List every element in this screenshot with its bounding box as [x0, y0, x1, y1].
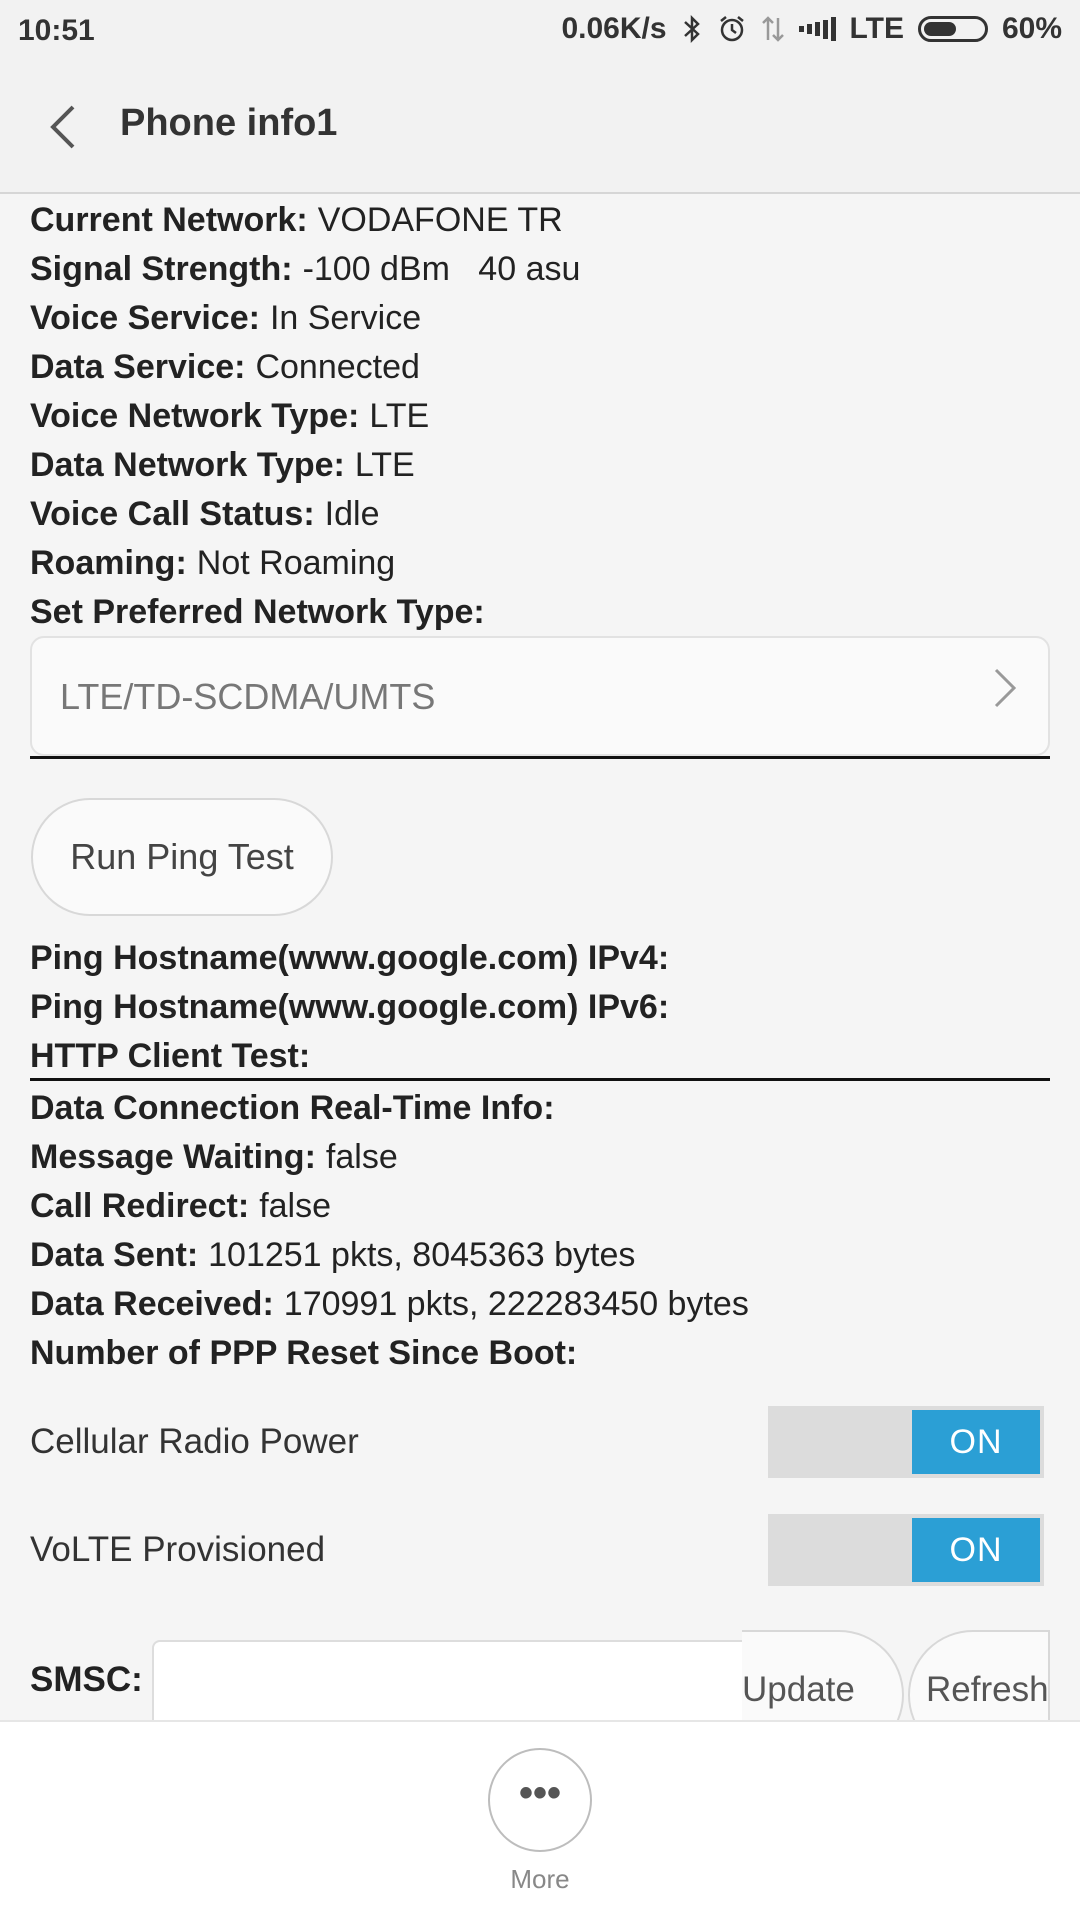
info-row-data-service: Data Service: Connected [30, 348, 420, 386]
info-row-data-sent: Data Sent: 101251 pkts, 8045363 bytes [30, 1236, 636, 1274]
more-button[interactable]: ••• [488, 1748, 592, 1852]
info-row-http-client-test: HTTP Client Test: [30, 1037, 311, 1075]
info-row-voice-call-status: Voice Call Status: Idle [30, 495, 380, 533]
status-time: 10:51 [18, 14, 95, 47]
volte-provisioned-toggle[interactable]: ON [768, 1514, 1044, 1586]
info-row-call-redirect: Call Redirect: false [30, 1187, 332, 1225]
divider [30, 1078, 1050, 1081]
info-row-data-network-type: Data Network Type: LTE [30, 446, 415, 484]
update-label: Update [742, 1670, 855, 1709]
ping-results: Ping Hostname(www.google.com) IPv4: Ping… [30, 934, 1050, 1081]
alarm-icon [717, 14, 747, 44]
net-speed: 0.06K/s [561, 12, 667, 45]
chevron-left-icon [50, 105, 75, 149]
info-row-realtime-header: Data Connection Real-Time Info: [30, 1089, 555, 1127]
info-row-roaming: Roaming: Not Roaming [30, 544, 396, 582]
realtime-info-list: Data Connection Real-Time Info: Message … [30, 1084, 1050, 1378]
info-row-current-network: Current Network: VODAFONE TR [30, 201, 563, 239]
run-ping-test-button[interactable]: Run Ping Test [31, 798, 333, 916]
more-horizontal-icon: ••• [518, 1770, 561, 1815]
signal-icon [798, 17, 836, 41]
status-icons: 0.06K/s LTE 60% [561, 12, 1062, 46]
battery-icon [917, 16, 988, 42]
data-activity-icon [761, 14, 785, 44]
network-type: LTE [849, 12, 904, 45]
cellular-radio-power-row: Cellular Radio Power ON [30, 1406, 1050, 1478]
toggle-state: ON [912, 1410, 1040, 1474]
smsc-input[interactable] [152, 1640, 772, 1720]
back-button[interactable] [32, 92, 92, 162]
info-row-signal-strength: Signal Strength: -100 dBm 40 asu [30, 250, 581, 288]
divider [30, 756, 1050, 759]
preferred-network-value: LTE/TD-SCDMA/UMTS [60, 676, 436, 717]
action-bar: Phone info1 [0, 62, 1080, 194]
info-row-data-received: Data Received: 170991 pkts, 222283450 byt… [30, 1285, 749, 1323]
battery-percent: 60% [1001, 12, 1062, 45]
smsc-label: SMSC: [30, 1660, 143, 1699]
bluetooth-icon [681, 14, 703, 44]
cellular-radio-power-label: Cellular Radio Power [30, 1422, 359, 1461]
info-row-message-waiting: Message Waiting: false [30, 1138, 398, 1176]
refresh-label: Refresh [926, 1670, 1049, 1709]
info-row-voice-service: Voice Service: In Service [30, 299, 422, 337]
chevron-right-icon [992, 664, 1018, 722]
info-row-voice-network-type: Voice Network Type: LTE [30, 397, 430, 435]
page-title: Phone info1 [120, 102, 338, 144]
info-row-ping-ipv6: Ping Hostname(www.google.com) IPv6: [30, 988, 670, 1026]
toggle-state: ON [912, 1518, 1040, 1582]
more-label: More [510, 1864, 570, 1894]
refresh-button[interactable]: Refresh [908, 1630, 1050, 1720]
volte-provisioned-label: VoLTE Provisioned [30, 1530, 326, 1569]
cellular-radio-power-toggle[interactable]: ON [768, 1406, 1044, 1478]
update-button[interactable]: Update [742, 1630, 904, 1720]
network-info-list: Current Network: VODAFONE TR Signal Stren… [30, 196, 1050, 637]
info-row-ping-ipv4: Ping Hostname(www.google.com) IPv4: [30, 939, 670, 977]
info-row-ppp-reset: Number of PPP Reset Since Boot: [30, 1334, 578, 1372]
status-bar: 10:51 0.06K/s LTE 60% [0, 0, 1080, 62]
volte-provisioned-row: VoLTE Provisioned ON [30, 1514, 1050, 1586]
info-row-preferred-network-label: Set Preferred Network Type: [30, 593, 485, 631]
preferred-network-select[interactable]: LTE/TD-SCDMA/UMTS [30, 636, 1050, 756]
bottom-bar: ••• More [0, 1720, 1080, 1920]
smsc-row: SMSC: Update Refresh [0, 1630, 1080, 1720]
